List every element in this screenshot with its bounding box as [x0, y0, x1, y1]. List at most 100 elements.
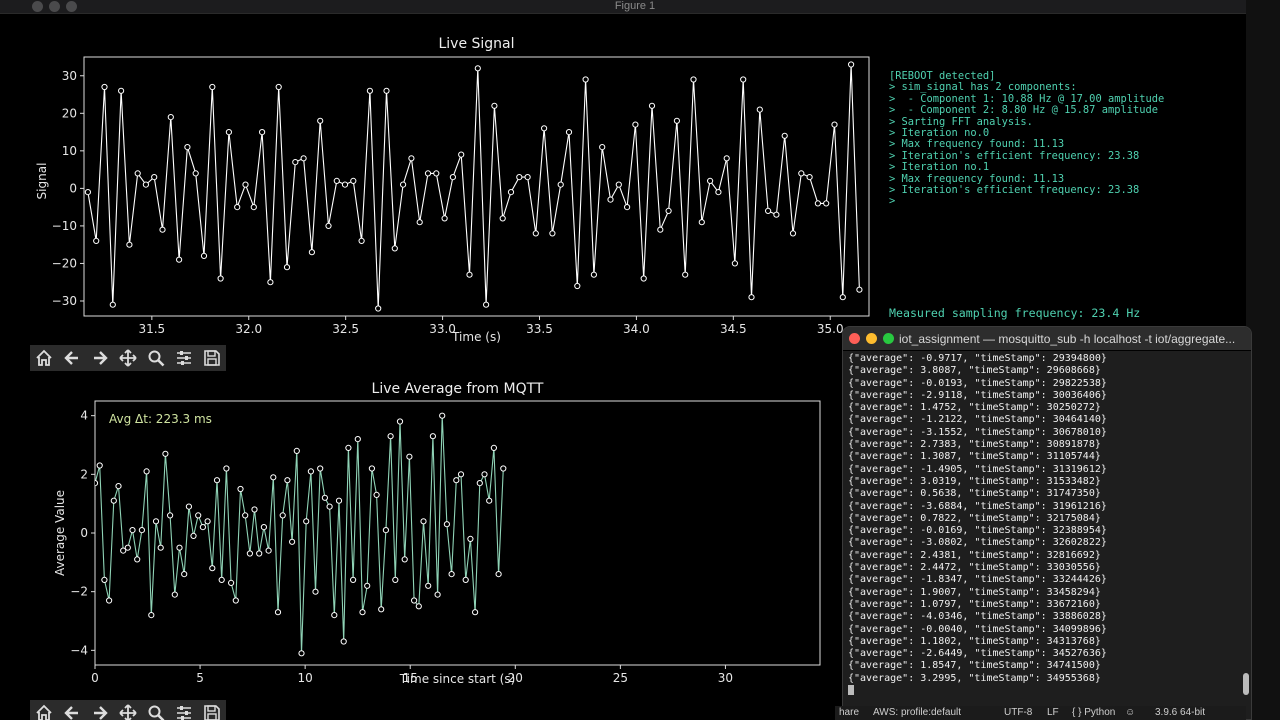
terminal-title-bar: iot_assignment — mosquitto_sub -h localh… — [843, 327, 1251, 351]
data-point — [814, 200, 822, 207]
data-point — [250, 204, 257, 211]
plot2-chart[interactable]: 0 5 10 15 20 25 30−4−2024 Avg Δt: 223.3 ms — [0, 384, 840, 684]
zoom-button[interactable] — [142, 345, 170, 371]
pan-button[interactable] — [114, 345, 142, 371]
data-point — [723, 155, 730, 162]
data-point — [765, 207, 772, 214]
terminal-line: {"average": -0.0040, "timeStamp": 340998… — [848, 623, 1107, 635]
data-point — [142, 181, 149, 188]
data-point — [474, 65, 481, 72]
data-point — [292, 159, 299, 166]
data-point — [350, 177, 357, 184]
y-tick-label: −10 — [52, 219, 77, 233]
data-point — [524, 174, 531, 181]
y-tick-label: −30 — [52, 294, 77, 308]
configure-button[interactable] — [170, 345, 198, 371]
data-point — [303, 518, 310, 525]
data-point — [300, 155, 307, 162]
data-point — [162, 450, 169, 457]
back-arrow-button[interactable] — [58, 345, 86, 371]
zoom-icon — [148, 705, 165, 720]
terminal-minimize-button[interactable] — [866, 333, 877, 344]
data-point — [284, 477, 291, 484]
data-point — [151, 174, 158, 181]
save-button[interactable] — [198, 345, 226, 371]
series-group — [84, 61, 863, 312]
data-point — [317, 117, 324, 124]
data-point — [341, 181, 349, 188]
configure-button[interactable] — [170, 700, 198, 720]
data-point — [228, 579, 235, 586]
status-encoding[interactable]: UTF-8 — [1004, 707, 1032, 718]
pan-button[interactable] — [114, 700, 142, 720]
data-point — [439, 412, 446, 419]
data-point — [839, 294, 846, 301]
data-point — [467, 535, 474, 542]
data-point — [715, 189, 722, 196]
data-point — [466, 271, 473, 278]
terminal-window[interactable]: iot_assignment — mosquitto_sub -h localh… — [842, 326, 1252, 720]
data-point — [143, 468, 150, 475]
data-point — [495, 571, 502, 578]
data-point — [408, 155, 415, 162]
status-aws-profile[interactable]: AWS: profile:default — [873, 707, 961, 718]
home-button[interactable] — [30, 345, 58, 371]
data-point — [781, 132, 788, 139]
terminal-title: iot_assignment — mosquitto_sub -h localh… — [899, 332, 1236, 346]
data-point — [307, 468, 314, 475]
data-point — [673, 117, 681, 124]
terminal-line: {"average": 2.4381, "timeStamp": 3281669… — [848, 549, 1101, 561]
status-share[interactable]: hare — [839, 707, 859, 718]
data-point — [157, 544, 164, 551]
terminal-scrollbar[interactable] — [1243, 673, 1249, 695]
y-tick-label: −4 — [70, 643, 88, 657]
plot1-chart[interactable]: 31.5 32.0 32.5 33.0 33.5 34.0 34.5 35.0−30−20−1… — [0, 14, 880, 344]
terminal-line: {"average": 1.4752, "timeStamp": 3025027… — [848, 402, 1101, 414]
terminal-line: {"average": -4.0346, "timeStamp": 338860… — [848, 611, 1107, 623]
data-point — [274, 609, 282, 616]
data-point — [331, 612, 338, 619]
data-point — [267, 279, 274, 286]
zoom-icon — [148, 350, 165, 367]
terminal-close-button[interactable] — [849, 333, 860, 344]
window-title-bar: Figure 1 — [0, 0, 1280, 14]
data-point — [507, 189, 515, 196]
forward-arrow-button[interactable] — [86, 700, 114, 720]
data-point — [134, 170, 141, 177]
terminal-cursor-line — [848, 685, 1107, 697]
data-point — [96, 462, 103, 469]
data-point — [848, 61, 855, 68]
status-language[interactable]: { } Python — [1072, 707, 1115, 718]
data-point — [682, 271, 689, 278]
terminal-line: {"average": 1.8547, "timeStamp": 3474150… — [848, 660, 1101, 672]
status-eol[interactable]: LF — [1047, 707, 1059, 718]
data-point — [152, 518, 160, 525]
terminal-zoom-button[interactable] — [883, 333, 894, 344]
data-point — [134, 556, 141, 563]
back-arrow-button[interactable] — [58, 700, 86, 720]
data-point — [499, 215, 506, 222]
forward-arrow-button[interactable] — [86, 345, 114, 371]
data-point — [401, 556, 408, 563]
data-point — [270, 474, 277, 481]
data-point — [574, 282, 581, 290]
zoom-button[interactable] — [142, 700, 170, 720]
data-point — [457, 471, 465, 478]
data-point — [209, 565, 216, 572]
home-button[interactable] — [30, 700, 58, 720]
data-point — [425, 582, 432, 589]
terminal-line: {"average": -1.2122, "timeStamp": 304641… — [848, 414, 1107, 426]
data-point — [368, 465, 375, 472]
save-button[interactable] — [198, 700, 226, 720]
terminal-output[interactable]: {"average": -0.9717, "timeStamp": 293948… — [848, 353, 1107, 697]
terminal-line: {"average": -3.1552, "timeStamp": 306780… — [848, 426, 1107, 438]
data-point — [373, 491, 380, 499]
data-point — [256, 550, 263, 557]
save-icon — [204, 705, 220, 720]
data-point — [415, 603, 422, 610]
status-interpreter[interactable]: 3.9.6 64-bit — [1155, 707, 1205, 718]
series-line — [87, 64, 860, 309]
terminal-line: {"average": -0.0169, "timeStamp": 323889… — [848, 525, 1107, 537]
data-point — [615, 181, 622, 188]
data-point — [260, 524, 267, 531]
